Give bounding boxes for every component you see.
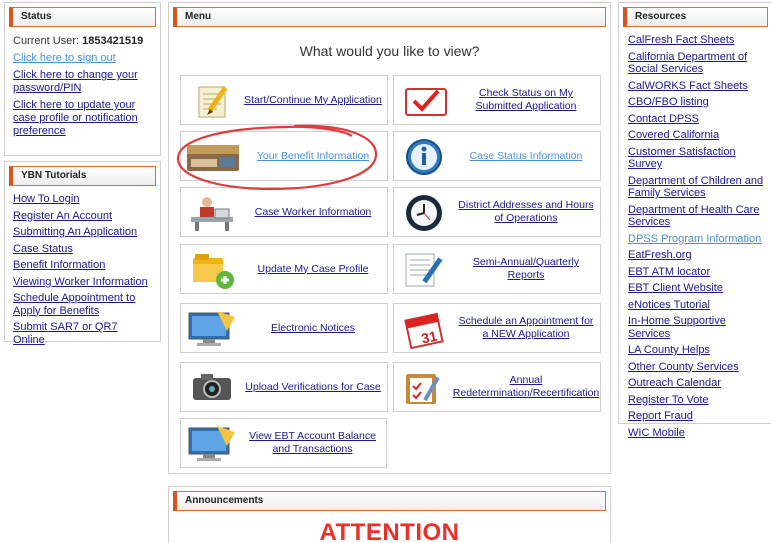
clock-icon (400, 193, 452, 233)
resource-link[interactable]: LA County Helps (628, 344, 710, 356)
resource-link[interactable]: Other County Services (628, 361, 739, 373)
resource-link[interactable]: Department of Children and Family Servic… (628, 175, 763, 200)
tile-label[interactable]: Check Status on My Submitted Application (456, 76, 596, 124)
tile-update-profile[interactable]: Update My Case Profile (180, 244, 388, 294)
tutorial-link[interactable]: Schedule Appointment to Apply for Benefi… (13, 292, 135, 317)
resource-link[interactable]: Contact DPSS (628, 113, 699, 125)
resources-list: CalFresh Fact Sheets California Departme… (619, 27, 771, 439)
tile-semi-annual-reports[interactable]: Semi-Annual/Quarterly Reports (393, 244, 601, 294)
tile-label[interactable]: Upload Verifications for Case (243, 363, 383, 411)
resource-link[interactable]: CalWORKS Fact Sheets (628, 80, 748, 92)
current-user-label: Current User: (13, 35, 80, 47)
tile-schedule-appointment[interactable]: 31 Schedule an Appointment for a NEW App… (393, 303, 601, 353)
resource-link[interactable]: Covered California (628, 129, 719, 141)
resources-header: Resources (623, 7, 768, 27)
tile-label[interactable]: District Addresses and Hours of Operatio… (456, 188, 596, 236)
sign-out-link[interactable]: Click here to sign out (13, 52, 116, 64)
tile-start-application[interactable]: Start/Continue My Application (180, 75, 388, 125)
resource-link[interactable]: Register To Vote (628, 394, 709, 406)
tile-label[interactable]: Update My Case Profile (243, 245, 383, 293)
tutorials-list: How To Login Register An Account Submitt… (5, 186, 160, 346)
tile-label[interactable]: Schedule an Appointment for a NEW Applic… (456, 304, 596, 352)
resource-link[interactable]: Department of Health Care Services (628, 204, 759, 229)
worker-desk-icon (187, 193, 239, 233)
calendar-icon: 31 (400, 309, 452, 350)
tutorial-link[interactable]: Register An Account (13, 210, 112, 222)
tile-label[interactable]: Semi-Annual/Quarterly Reports (456, 245, 596, 293)
tutorials-panel: YBN Tutorials How To Login Register An A… (4, 161, 161, 346)
resource-link[interactable]: Outreach Calendar (628, 377, 721, 389)
tile-label[interactable]: Start/Continue My Application (243, 76, 383, 124)
resource-link[interactable]: In-Home Supportive Services (628, 315, 726, 340)
menu-header: Menu (173, 7, 606, 27)
tile-district-addresses[interactable]: District Addresses and Hours of Operatio… (393, 187, 601, 237)
resource-link[interactable]: EBT Client Website (628, 282, 723, 294)
resource-link[interactable]: EBT ATM locator (628, 266, 710, 278)
announcements-panel: Announcements ATTENTION (168, 486, 611, 543)
tutorial-link[interactable]: Benefit Information (13, 259, 105, 271)
notepad-pencil-icon (187, 81, 239, 121)
current-user: Current User: 1853421519 (13, 35, 152, 48)
change-password-link[interactable]: Click here to change your password/PIN (13, 69, 138, 94)
menu-prompt: What would you like to view? (299, 43, 480, 59)
tile-benefit-information[interactable]: Your Benefit Information (180, 131, 388, 181)
camera-icon (187, 368, 239, 408)
tutorial-link[interactable]: Viewing Worker Information (13, 276, 148, 288)
status-header: Status (9, 7, 156, 27)
attention-heading: ATTENTION (319, 519, 460, 543)
tutorials-header: YBN Tutorials (9, 166, 156, 186)
folder-add-icon (187, 250, 239, 290)
resource-link[interactable]: CalFresh Fact Sheets (628, 34, 734, 46)
resource-link[interactable]: EatFresh.org (628, 249, 692, 261)
tutorial-link[interactable]: How To Login (13, 193, 79, 205)
computer-balance-icon (187, 424, 239, 464)
resource-link[interactable]: WIC Mobile (628, 427, 685, 439)
tile-label[interactable]: Your Benefit Information (243, 132, 383, 180)
tile-case-status[interactable]: Case Status Information (393, 131, 601, 181)
resource-link[interactable]: CBO/FBO listing (628, 96, 709, 108)
tile-label[interactable]: Case Status Information (456, 132, 596, 180)
info-icon (400, 137, 452, 177)
tile-case-worker[interactable]: Case Worker Information (180, 187, 388, 237)
tile-label[interactable]: Electronic Notices (243, 304, 383, 352)
tile-upload-verifications[interactable]: Upload Verifications for Case (180, 362, 388, 412)
resource-link[interactable]: California Department of Social Services (628, 51, 747, 76)
status-panel: Status Current User: 1853421519 Click he… (4, 2, 161, 156)
clipboard-pen-icon (400, 368, 452, 408)
report-pen-icon (400, 250, 452, 290)
announcements-header: Announcements (173, 491, 606, 511)
ebt-card-icon (187, 137, 239, 177)
resource-link[interactable]: eNotices Tutorial (628, 299, 710, 311)
resources-panel: Resources CalFresh Fact Sheets Californi… (618, 2, 771, 439)
computer-notice-icon (187, 309, 239, 349)
resource-link[interactable]: Customer Satisfaction Survey (628, 146, 736, 171)
resource-link[interactable]: Report Fraud (628, 410, 693, 422)
tutorial-link[interactable]: Case Status (13, 243, 73, 255)
tile-label[interactable]: Case Worker Information (243, 188, 383, 236)
tile-label[interactable]: Annual Redetermination/Recertification (453, 363, 600, 411)
menu-panel: Menu What would you like to view? Start/… (168, 2, 611, 474)
tutorial-link[interactable]: Submitting An Application (13, 226, 137, 238)
tile-label[interactable]: View EBT Account Balance and Transaction… (243, 419, 382, 467)
tile-check-status[interactable]: Check Status on My Submitted Application (393, 75, 601, 125)
tile-electronic-notices[interactable]: Electronic Notices (180, 303, 388, 353)
checkmark-icon (400, 81, 452, 121)
update-profile-link[interactable]: Click here to update your case profile o… (13, 99, 138, 137)
resource-link[interactable]: DPSS Program Information (628, 233, 761, 245)
tile-ebt-balance[interactable]: View EBT Account Balance and Transaction… (180, 418, 387, 468)
current-user-id: 1853421519 (82, 35, 144, 47)
tile-annual-redetermination[interactable]: Annual Redetermination/Recertification (393, 362, 601, 412)
tutorial-link[interactable]: Submit SAR7 or QR7 Online (13, 321, 118, 346)
